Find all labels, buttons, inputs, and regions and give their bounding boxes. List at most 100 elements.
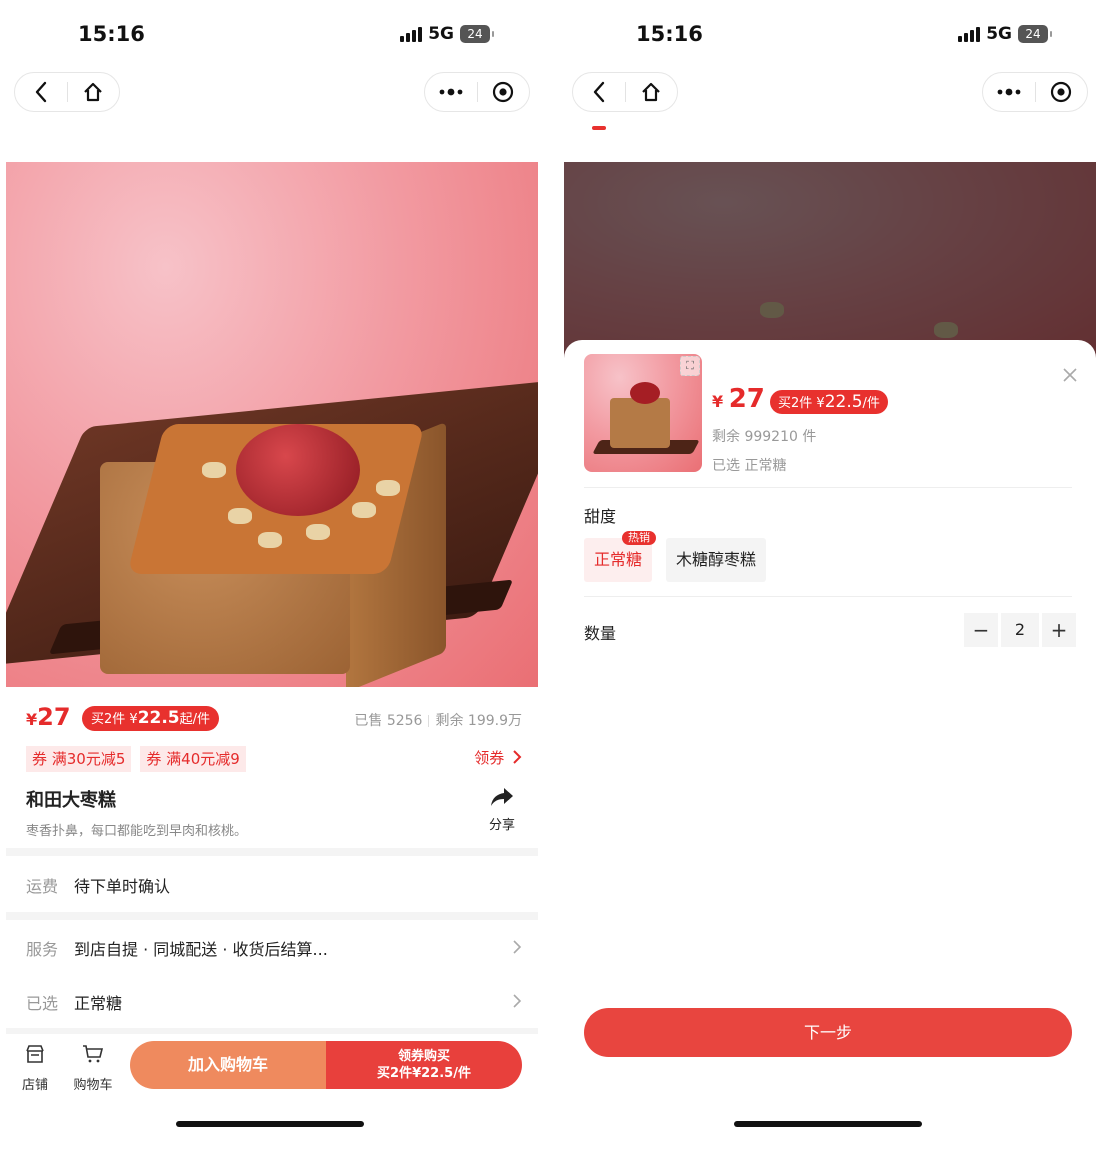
walnut-piece [760,302,784,318]
promo-suffix: 起/件 [179,712,211,727]
sweetness-title: 甜度 [584,507,617,526]
battery-icon: 24 [1018,25,1052,43]
nav-capsule-left [14,72,120,112]
section-gap [6,912,538,920]
share-label: 分享 [488,818,515,833]
network-label: 5G [428,24,454,44]
price: ¥27 [26,703,71,731]
red-date [236,424,360,516]
sheet-price: ¥ 27 [712,384,765,414]
shipping-key: 运费 [26,877,59,896]
divider [584,487,1072,488]
cart-label: 购物车 [73,1078,113,1093]
buy-button-line1: 领券购买 [397,1049,450,1064]
share-button[interactable]: 分享 [482,786,522,833]
quantity-title: 数量 [584,624,617,643]
service-row[interactable]: 服务 到店自提 · 同城配送 · 收货后结算... [26,921,522,975]
more-dots-icon[interactable] [425,73,477,111]
shipping-row: 运费 待下单时确认 [26,858,522,912]
walnut-piece [228,508,252,524]
network-label: 5G [986,24,1012,44]
multi-buy-promo: 买2件 ¥22.5起/件 [82,706,220,731]
record-circle-icon[interactable] [477,73,529,111]
more-dots-icon[interactable] [983,73,1035,111]
status-time: 15:16 [636,22,703,46]
signal-icon [958,26,981,42]
decrease-button[interactable]: − [964,613,998,647]
selected-spec-text: 已选 正常糖 [712,458,787,474]
section-gap [6,848,538,856]
walnut-piece [258,532,282,548]
home-icon[interactable] [67,73,119,111]
promo-price: 22.5 [824,392,863,412]
get-coupon-label: 领券 [474,749,505,767]
thumb-cake [610,398,670,448]
spec-bottom-sheet: ⛶ ¥ 27 买2件 ¥22.5/件 剩余 999210 件 已选 正常糖 甜度… [564,340,1096,1154]
coupon-buy-button[interactable]: 领券购买 买2件¥22.5/件 [326,1041,522,1089]
stock-text: 剩余 999210 件 [712,429,817,445]
selected-key: 已选 [26,994,59,1013]
back-icon[interactable] [573,73,625,111]
status-icons: 5G 24 [400,24,494,44]
divider [584,596,1072,597]
get-coupon-link[interactable]: 领券 [474,747,522,768]
nav-capsule-right [424,72,530,112]
add-to-cart-button[interactable]: 加入购物车 [130,1041,326,1089]
walnut-piece [376,480,400,496]
status-bar: 15:16 5G 24 [564,0,1096,64]
walnut-piece [934,322,958,338]
home-icon[interactable] [625,73,677,111]
cart-icon [68,1044,118,1068]
expand-icon[interactable]: ⛶ [680,356,700,376]
shipping-value: 待下单时确认 [74,877,171,896]
coupon-tag[interactable]: 券 满30元减5 [26,746,132,772]
store-tab[interactable]: 店铺 [10,1044,60,1093]
price-value: 27 [728,384,765,414]
selected-spec-row[interactable]: 已选 正常糖 [26,975,522,1029]
price-row: ¥27 买2件 ¥22.5起/件 已售 5256 剩余 199.9万 [26,703,522,735]
product-title: 和田大枣糕 [26,790,116,811]
next-step-button[interactable]: 下一步 [584,1008,1072,1057]
bottom-action-bar: 店铺 购物车 加入购物车 领券购买 买2件¥22.5/件 [6,1034,538,1098]
remaining-stock: 剩余 199.9万 [435,713,522,729]
home-indicator[interactable] [734,1121,922,1127]
cart-tab[interactable]: 购物车 [68,1044,118,1093]
product-detail-screen: 15:16 5G 24 ¥27 买2件 ¥22.5起/件 已售 5256 剩余 … [6,0,538,1154]
walnut-piece [352,502,376,518]
service-key: 服务 [26,940,59,959]
chevron-right-icon [513,938,522,959]
service-value: 到店自提 · 同城配送 · 收货后结算... [74,940,328,959]
home-indicator[interactable] [176,1121,364,1127]
store-icon [10,1044,60,1068]
promo-suffix: /件 [862,396,880,411]
coupon-row: 券 满30元减5 券 满40元减9 领券 [26,746,522,774]
close-icon[interactable] [1062,364,1078,389]
status-icons: 5G 24 [958,24,1052,44]
status-time: 15:16 [78,22,145,46]
status-bar: 15:16 5G 24 [6,0,538,64]
back-icon[interactable] [15,73,67,111]
quantity-value[interactable]: 2 [1001,613,1039,647]
selected-value: 正常糖 [74,994,123,1013]
spec-selector-screen: 15:16 5G 24 ⛶ ¥ 27 买2件 ¥22.5/件 剩余 999210… [564,0,1096,1154]
hot-sale-badge: 热销 [622,531,656,545]
battery-icon: 24 [460,25,494,43]
promo-price: 22.5 [137,708,180,728]
increase-button[interactable]: + [1042,613,1076,647]
quantity-stepper: − 2 + [964,613,1076,647]
option-xylitol[interactable]: 木糖醇枣糕 [666,538,767,582]
coupon-tag[interactable]: 券 满40元减9 [140,746,246,772]
store-label: 店铺 [21,1078,48,1093]
multi-buy-promo: 买2件 ¥22.5/件 [770,390,888,414]
thumb-date [630,382,660,404]
price-value: 27 [37,703,71,731]
walnut-piece [202,462,226,478]
signal-icon [400,26,423,42]
product-image[interactable] [6,162,538,687]
sold-count: 已售 5256 [354,713,423,729]
chevron-right-icon [513,750,522,764]
record-circle-icon[interactable] [1035,73,1087,111]
nav-capsule-left [572,72,678,112]
dimmed-product-image[interactable] [564,162,1096,362]
promo-prefix: 买2件 ¥ [91,712,138,727]
